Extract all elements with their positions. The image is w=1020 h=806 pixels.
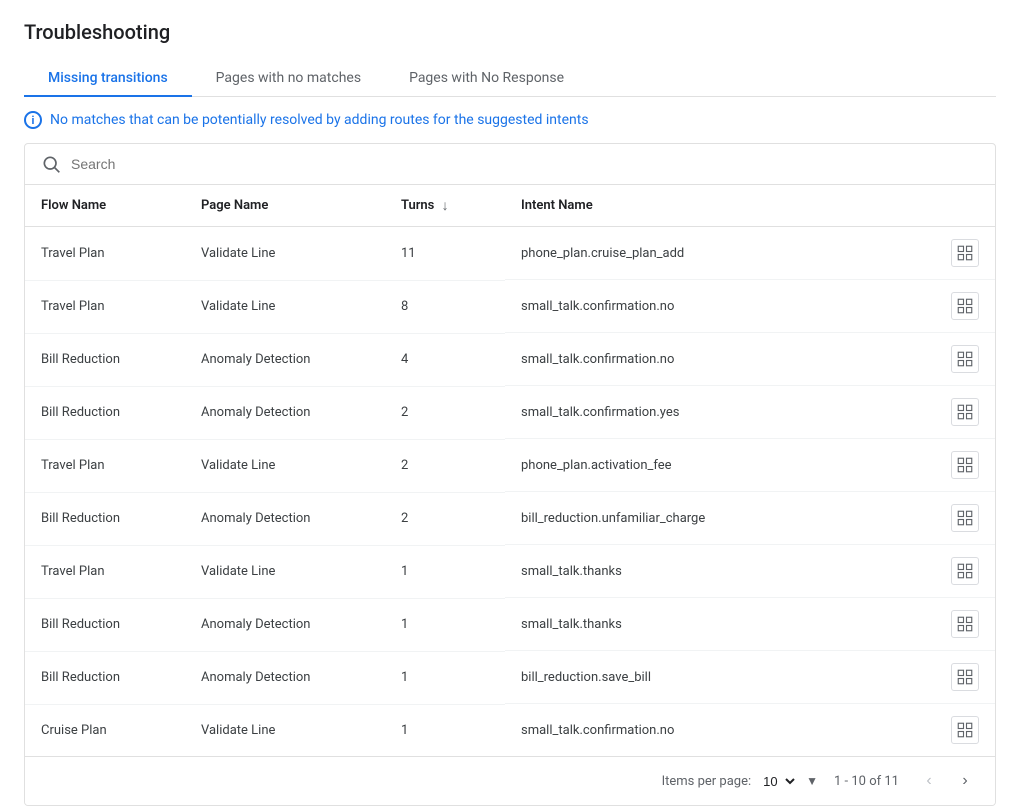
table-row: Travel PlanValidate Line2phone_plan.acti… bbox=[25, 439, 995, 492]
cell-page-name: Validate Line bbox=[185, 704, 385, 756]
items-per-page-select[interactable]: 10 25 50 bbox=[759, 773, 798, 790]
cell-turns: 2 bbox=[385, 439, 505, 492]
cell-turns: 1 bbox=[385, 704, 505, 756]
cell-page-name: Anomaly Detection bbox=[185, 651, 385, 704]
cell-flow-name: Travel Plan bbox=[25, 280, 185, 333]
tab-missing-transitions[interactable]: Missing transitions bbox=[24, 60, 192, 96]
table-row: Bill ReductionAnomaly Detection2bill_red… bbox=[25, 492, 995, 545]
cell-page-name: Validate Line bbox=[185, 545, 385, 598]
cell-flow-name: Travel Plan bbox=[25, 439, 185, 492]
page-range: 1 - 10 of 11 bbox=[834, 774, 899, 789]
cell-turns: 2 bbox=[385, 492, 505, 545]
sort-icon: ↓ bbox=[442, 198, 449, 214]
tab-pages-no-response[interactable]: Pages with No Response bbox=[385, 60, 588, 96]
items-per-page: Items per page: 10 25 50 ▼ bbox=[662, 773, 818, 790]
table-row: Bill ReductionAnomaly Detection1bill_red… bbox=[25, 651, 995, 704]
cell-flow-name: Bill Reduction bbox=[25, 386, 185, 439]
detail-icon-button[interactable] bbox=[951, 557, 979, 585]
detail-icon-button[interactable] bbox=[951, 504, 979, 532]
detail-icon-button[interactable] bbox=[951, 292, 979, 320]
detail-icon-button[interactable] bbox=[951, 663, 979, 691]
cell-turns: 1 bbox=[385, 598, 505, 651]
cell-turns: 1 bbox=[385, 545, 505, 598]
detail-icon-button[interactable] bbox=[951, 345, 979, 373]
data-table: Flow Name Page Name Turns ↓ Intent Name … bbox=[25, 185, 995, 756]
col-intent-name: Intent Name bbox=[505, 185, 995, 227]
prev-page-button[interactable]: ‹ bbox=[915, 767, 943, 795]
page-nav: ‹ › bbox=[915, 767, 979, 795]
detail-icon-button[interactable] bbox=[951, 610, 979, 638]
cell-intent-name: small_talk.thanks bbox=[505, 598, 995, 651]
items-per-page-label: Items per page: bbox=[662, 774, 752, 789]
info-banner: i No matches that can be potentially res… bbox=[24, 97, 996, 143]
cell-intent-name: bill_reduction.save_bill bbox=[505, 651, 995, 704]
cell-flow-name: Bill Reduction bbox=[25, 651, 185, 704]
tabs-container: Missing transitions Pages with no matche… bbox=[24, 60, 996, 97]
search-row bbox=[25, 144, 995, 185]
cell-intent-name: bill_reduction.unfamiliar_charge bbox=[505, 492, 995, 545]
cell-intent-name: small_talk.confirmation.no bbox=[505, 333, 995, 386]
cell-page-name: Anomaly Detection bbox=[185, 598, 385, 651]
cell-turns: 11 bbox=[385, 227, 505, 281]
cell-intent-name: small_talk.confirmation.no bbox=[505, 280, 995, 333]
cell-page-name: Validate Line bbox=[185, 439, 385, 492]
next-page-button[interactable]: › bbox=[951, 767, 979, 795]
col-turns[interactable]: Turns ↓ bbox=[385, 185, 505, 227]
cell-intent-name: phone_plan.activation_fee bbox=[505, 439, 995, 492]
col-flow-name: Flow Name bbox=[25, 185, 185, 227]
cell-turns: 4 bbox=[385, 333, 505, 386]
cell-flow-name: Bill Reduction bbox=[25, 492, 185, 545]
table-row: Cruise PlanValidate Line1small_talk.conf… bbox=[25, 704, 995, 756]
detail-icon-button[interactable] bbox=[951, 398, 979, 426]
table-row: Travel PlanValidate Line11phone_plan.cru… bbox=[25, 227, 995, 281]
info-banner-text: No matches that can be potentially resol… bbox=[50, 112, 589, 128]
table-container: Flow Name Page Name Turns ↓ Intent Name … bbox=[24, 143, 996, 806]
search-icon bbox=[41, 154, 61, 174]
detail-icon-button[interactable] bbox=[951, 716, 979, 744]
table-row: Bill ReductionAnomaly Detection2small_ta… bbox=[25, 386, 995, 439]
search-input[interactable] bbox=[71, 156, 979, 172]
cell-flow-name: Bill Reduction bbox=[25, 598, 185, 651]
table-row: Bill ReductionAnomaly Detection1small_ta… bbox=[25, 598, 995, 651]
pagination-row: Items per page: 10 25 50 ▼ 1 - 10 of 11 … bbox=[25, 756, 995, 805]
table-row: Travel PlanValidate Line8small_talk.conf… bbox=[25, 280, 995, 333]
detail-icon-button[interactable] bbox=[951, 451, 979, 479]
tab-pages-no-matches[interactable]: Pages with no matches bbox=[192, 60, 385, 96]
cell-page-name: Validate Line bbox=[185, 280, 385, 333]
info-icon: i bbox=[24, 111, 42, 129]
cell-intent-name: phone_plan.cruise_plan_add bbox=[505, 227, 995, 280]
cell-flow-name: Travel Plan bbox=[25, 227, 185, 281]
cell-page-name: Validate Line bbox=[185, 227, 385, 281]
cell-intent-name: small_talk.confirmation.no bbox=[505, 704, 995, 756]
cell-turns: 2 bbox=[385, 386, 505, 439]
cell-flow-name: Travel Plan bbox=[25, 545, 185, 598]
cell-intent-name: small_talk.thanks bbox=[505, 545, 995, 598]
cell-turns: 8 bbox=[385, 280, 505, 333]
chevron-down-icon: ▼ bbox=[806, 774, 818, 788]
cell-flow-name: Cruise Plan bbox=[25, 704, 185, 756]
page-title: Troubleshooting bbox=[24, 20, 996, 44]
cell-turns: 1 bbox=[385, 651, 505, 704]
cell-page-name: Anomaly Detection bbox=[185, 386, 385, 439]
cell-intent-name: small_talk.confirmation.yes bbox=[505, 386, 995, 439]
col-page-name: Page Name bbox=[185, 185, 385, 227]
cell-page-name: Anomaly Detection bbox=[185, 492, 385, 545]
cell-page-name: Anomaly Detection bbox=[185, 333, 385, 386]
detail-icon-button[interactable] bbox=[951, 239, 979, 267]
cell-flow-name: Bill Reduction bbox=[25, 333, 185, 386]
table-row: Bill ReductionAnomaly Detection4small_ta… bbox=[25, 333, 995, 386]
table-row: Travel PlanValidate Line1small_talk.than… bbox=[25, 545, 995, 598]
